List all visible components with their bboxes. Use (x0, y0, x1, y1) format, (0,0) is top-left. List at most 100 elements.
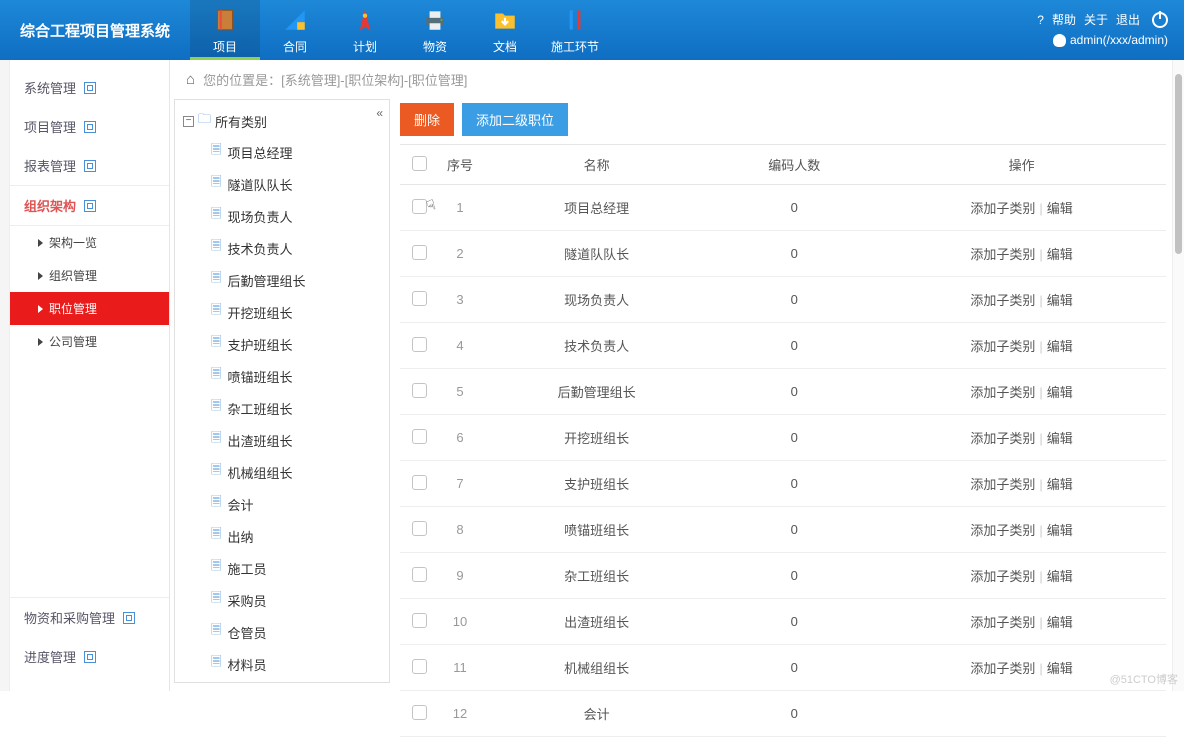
tree-node[interactable]: 🗏材料员 (175, 648, 389, 680)
checkbox[interactable] (412, 245, 427, 260)
tree-node[interactable]: 🗏开挖班组长 (175, 296, 389, 328)
checkbox[interactable] (412, 705, 427, 720)
add-subcategory-link[interactable]: 添加子类别 (970, 201, 1035, 216)
table-row: 10出渣班组长0添加子类别|编辑 (400, 599, 1166, 645)
cell-count: 0 (711, 691, 877, 737)
add-subcategory-link[interactable]: 添加子类别 (970, 247, 1035, 262)
tree-node[interactable]: 🗏施工员 (175, 552, 389, 584)
list-icon (84, 651, 96, 663)
sidebar-item-progress[interactable]: 进度管理 (10, 637, 169, 676)
nav-plan[interactable]: 计划 (330, 0, 400, 60)
add-subcategory-link[interactable]: 添加子类别 (970, 615, 1035, 630)
tree-node[interactable]: 🗏项目总经理 (175, 136, 389, 168)
add-subcategory-link[interactable]: 添加子类别 (970, 339, 1035, 354)
tree-node[interactable]: 🗏现场负责人 (175, 200, 389, 232)
watermark: @51CTO博客 (1110, 671, 1178, 687)
nav-material[interactable]: 物资 (400, 0, 470, 60)
home-icon[interactable]: ⌂ (186, 71, 195, 88)
cell-name: 项目总经理 (482, 185, 711, 231)
tree-node[interactable]: 🗏杂工班组长 (175, 392, 389, 424)
nav-contract[interactable]: 合同 (260, 0, 330, 60)
tree-node[interactable]: 🗏隧道队队长 (175, 168, 389, 200)
add-subcategory-link[interactable]: 添加子类别 (970, 293, 1035, 308)
file-icon: 🗏 (211, 333, 221, 355)
checkbox[interactable] (412, 383, 427, 398)
tree-node[interactable]: 🗏会计 (175, 488, 389, 520)
table-row: 6开挖班组长0添加子类别|编辑 (400, 415, 1166, 461)
checkbox[interactable] (412, 337, 427, 352)
tree-node[interactable]: 🗏支护班组长 (175, 328, 389, 360)
checkbox-all[interactable] (412, 156, 427, 171)
tree-node[interactable]: 🗏机械组组长 (175, 456, 389, 488)
checkbox[interactable] (412, 521, 427, 536)
add-subcategory-link[interactable]: 添加子类别 (970, 661, 1035, 676)
edit-link[interactable]: 编辑 (1047, 339, 1073, 354)
tree-node[interactable]: 🗏采购员 (175, 584, 389, 616)
edit-link[interactable]: 编辑 (1047, 477, 1073, 492)
cell-seq: 2 (438, 231, 482, 277)
edit-link[interactable]: 编辑 (1047, 247, 1073, 262)
add-second-position-button[interactable]: 添加二级职位 (462, 103, 568, 136)
checkbox[interactable] (412, 613, 427, 628)
toggle-minus-icon[interactable]: − (183, 116, 194, 127)
checkbox[interactable] (412, 475, 427, 490)
sidebar-item-system[interactable]: 系统管理 (10, 68, 169, 107)
help-link[interactable]: 帮助 (1052, 10, 1076, 30)
folder-icon (490, 6, 520, 34)
sidebar-item-project[interactable]: 项目管理 (10, 107, 169, 146)
sidebar-sub-position-manage[interactable]: 职位管理 (10, 292, 169, 325)
add-subcategory-link[interactable]: 添加子类别 (970, 477, 1035, 492)
power-icon[interactable] (1152, 12, 1168, 28)
tree-node[interactable]: 🗏技术负责人 (175, 232, 389, 264)
checkbox[interactable] (412, 199, 427, 214)
caret-icon (38, 272, 43, 280)
cell-name: 支护班组长 (482, 461, 711, 507)
checkbox[interactable] (412, 659, 427, 674)
cell-name: 机械组组长 (482, 645, 711, 691)
collapse-icon[interactable]: « (376, 106, 383, 120)
file-icon: 🗏 (211, 653, 221, 675)
edit-link[interactable]: 编辑 (1047, 569, 1073, 584)
add-subcategory-link[interactable]: 添加子类别 (970, 431, 1035, 446)
delete-button[interactable]: 删除 (400, 103, 454, 136)
checkbox[interactable] (412, 567, 427, 582)
tree-node[interactable]: 🗏仓管员 (175, 616, 389, 648)
edit-link[interactable]: 编辑 (1047, 661, 1073, 676)
edit-link[interactable]: 编辑 (1047, 431, 1073, 446)
tree-node[interactable]: 🗏出渣班组长 (175, 424, 389, 456)
tree-node[interactable]: 🗏技术员 (175, 680, 389, 683)
cell-seq: 3 (438, 277, 482, 323)
edit-link[interactable]: 编辑 (1047, 293, 1073, 308)
sidebar-sub-org-manage[interactable]: 组织管理 (10, 259, 169, 292)
right-scrollbar[interactable] (1172, 60, 1184, 691)
edit-link[interactable]: 编辑 (1047, 385, 1073, 400)
logout-link[interactable]: 退出 (1116, 10, 1140, 30)
nav-construction[interactable]: 施工环节 (540, 0, 610, 60)
sidebar-item-organization[interactable]: 组织架构 (10, 185, 169, 226)
sidebar-sub-arch-overview[interactable]: 架构一览 (10, 226, 169, 259)
sidebar-item-report[interactable]: 报表管理 (10, 146, 169, 185)
add-subcategory-link[interactable]: 添加子类别 (970, 569, 1035, 584)
checkbox[interactable] (412, 291, 427, 306)
left-scrollbar[interactable] (0, 60, 10, 691)
nav-document[interactable]: 文档 (470, 0, 540, 60)
tree-node[interactable]: 🗏后勤管理组长 (175, 264, 389, 296)
about-link[interactable]: 关于 (1084, 10, 1108, 30)
tree-node[interactable]: 🗏喷锚班组长 (175, 360, 389, 392)
checkbox[interactable] (412, 429, 427, 444)
tree-node[interactable]: 🗏出纳 (175, 520, 389, 552)
folder-open-icon: 🗀 (198, 110, 211, 132)
nav-project[interactable]: 项目 (190, 0, 260, 60)
cell-seq: 6 (438, 415, 482, 461)
edit-link[interactable]: 编辑 (1047, 523, 1073, 538)
tree-root[interactable]: − 🗀 所有类别 (175, 106, 389, 136)
sidebar-sub-company-manage[interactable]: 公司管理 (10, 325, 169, 358)
scrollbar-thumb[interactable] (1175, 74, 1182, 254)
edit-link[interactable]: 编辑 (1047, 201, 1073, 216)
add-subcategory-link[interactable]: 添加子类别 (970, 523, 1035, 538)
edit-link[interactable]: 编辑 (1047, 615, 1073, 630)
add-subcategory-link[interactable]: 添加子类别 (970, 385, 1035, 400)
file-icon: 🗏 (211, 301, 221, 323)
question-icon[interactable]: ? (1037, 10, 1044, 30)
sidebar-item-procurement[interactable]: 物资和采购管理 (10, 598, 169, 637)
